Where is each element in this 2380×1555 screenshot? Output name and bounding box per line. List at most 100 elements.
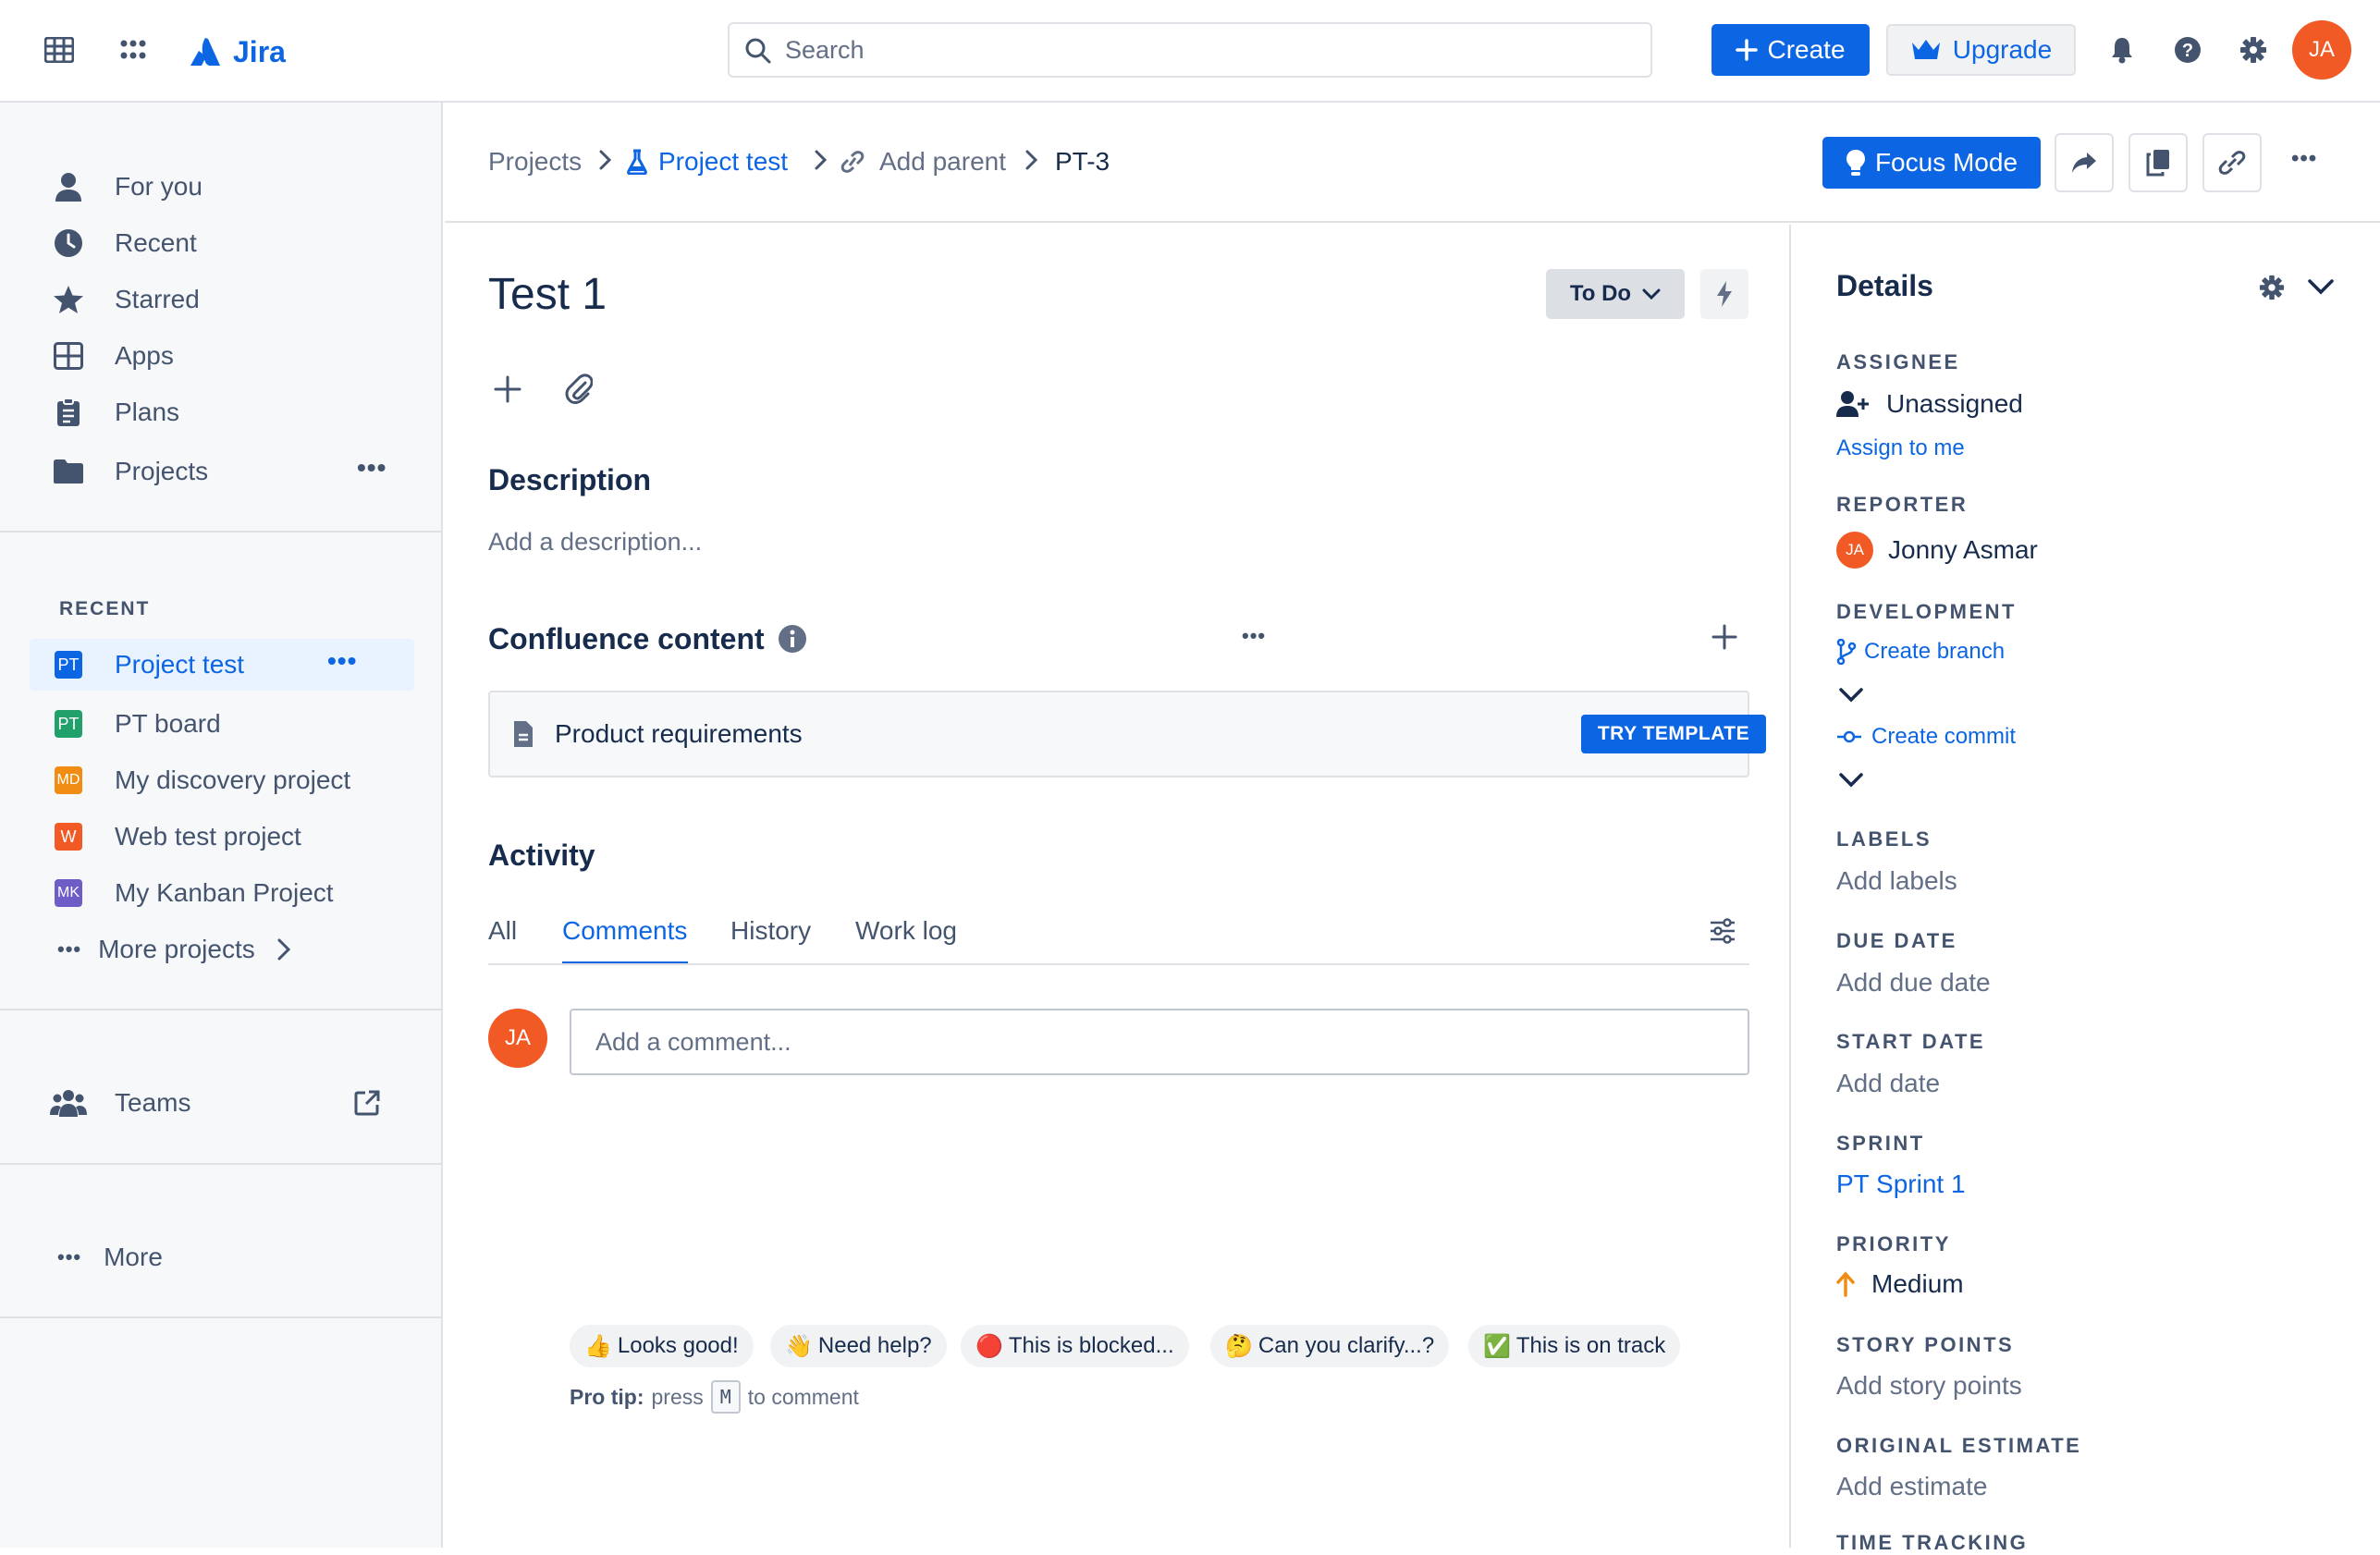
confluence-more-options-icon[interactable]: ••• bbox=[1242, 624, 1266, 648]
sidebar-item-more[interactable]: ••• More bbox=[30, 1231, 412, 1283]
settings-gear-icon[interactable] bbox=[2233, 30, 2274, 70]
more-projects-link[interactable]: ••• More projects bbox=[30, 924, 412, 975]
labels-field[interactable]: Add labels bbox=[1836, 866, 1957, 896]
try-template-button[interactable]: TRY TEMPLATE bbox=[1581, 715, 1766, 753]
sprint-label: SPRINT bbox=[1836, 1132, 1925, 1155]
create-branch-link[interactable]: Create branch bbox=[1836, 639, 2005, 665]
sidebar-item-web-test-project[interactable]: W Web test project bbox=[30, 811, 412, 863]
search-icon bbox=[745, 38, 771, 64]
confluence-heading: Confluence content bbox=[488, 622, 765, 655]
original-estimate-field[interactable]: Add estimate bbox=[1836, 1472, 1987, 1501]
assignee-field[interactable]: Unassigned bbox=[1836, 389, 2023, 419]
priority-field[interactable]: Medium bbox=[1836, 1269, 1964, 1299]
commit-expand-chevron-icon[interactable] bbox=[1838, 772, 1864, 789]
sidebar-item-teams[interactable]: Teams bbox=[30, 1077, 412, 1129]
breadcrumb-issue-key[interactable]: PT-3 bbox=[1055, 147, 1110, 177]
status-dropdown[interactable]: To Do bbox=[1546, 269, 1685, 319]
sidebar-item-label: Starred bbox=[115, 285, 200, 313]
filter-sliders-icon[interactable] bbox=[1709, 918, 1736, 944]
attachment-paperclip-icon[interactable] bbox=[565, 373, 593, 405]
tabs-divider bbox=[488, 963, 1749, 965]
sidebar-item-my-kanban-project[interactable]: MK My Kanban Project bbox=[30, 867, 412, 919]
create-commit-link[interactable]: Create commit bbox=[1836, 724, 2016, 750]
user-avatar[interactable]: JA bbox=[2292, 20, 2351, 80]
project-avatar: PT bbox=[55, 710, 82, 738]
reporter-field[interactable]: JA Jonny Asmar bbox=[1836, 532, 2038, 569]
start-date-field[interactable]: Add date bbox=[1836, 1069, 1940, 1098]
help-icon[interactable]: ? bbox=[2167, 30, 2208, 70]
waving-hand-icon: 👋 bbox=[785, 1333, 813, 1359]
details-settings-gear-icon[interactable] bbox=[2259, 275, 2285, 300]
add-plus-icon[interactable] bbox=[494, 375, 521, 403]
comment-input[interactable]: Add a comment... bbox=[570, 1009, 1749, 1075]
sidebar-item-label: My discovery project bbox=[115, 765, 351, 794]
confluence-template-card[interactable]: Product requirements TRY TEMPLATE bbox=[488, 691, 1766, 778]
sidebar-item-apps[interactable]: Apps bbox=[30, 330, 412, 382]
collapse-chevron-down-icon[interactable] bbox=[2307, 278, 2335, 297]
add-confluence-plus-icon[interactable] bbox=[1711, 624, 1737, 650]
sidebar-item-label: Recent bbox=[115, 228, 197, 257]
branch-expand-chevron-icon[interactable] bbox=[1838, 687, 1864, 704]
sidebar-item-recent[interactable]: Recent bbox=[30, 217, 412, 269]
breadcrumb-project[interactable]: Project test bbox=[627, 147, 788, 177]
assign-to-me-link[interactable]: Assign to me bbox=[1836, 435, 1965, 461]
share-button[interactable] bbox=[2055, 133, 2114, 192]
quick-reply-on-track[interactable]: ✅ This is on track bbox=[1468, 1325, 1681, 1367]
apps-icon bbox=[43, 342, 94, 370]
breadcrumb-add-parent[interactable]: Add parent bbox=[839, 147, 1006, 177]
description-field[interactable]: Add a description... bbox=[488, 528, 702, 557]
clipboard-icon bbox=[43, 398, 94, 427]
tab-comments[interactable]: Comments bbox=[562, 916, 687, 946]
breadcrumb-add-parent-label: Add parent bbox=[879, 147, 1006, 176]
copy-link-button[interactable] bbox=[2202, 133, 2262, 192]
external-link-icon[interactable] bbox=[353, 1089, 381, 1117]
tab-history[interactable]: History bbox=[730, 916, 811, 946]
sidebar-item-for-you[interactable]: For you bbox=[30, 161, 412, 213]
more-actions-icon[interactable]: ••• bbox=[2291, 146, 2317, 172]
keyboard-key: M bbox=[710, 1380, 741, 1414]
issue-title[interactable]: Test 1 bbox=[488, 269, 607, 320]
search-input[interactable]: Search bbox=[728, 22, 1652, 78]
create-button[interactable]: Create bbox=[1711, 24, 1870, 76]
tab-all[interactable]: All bbox=[488, 916, 517, 946]
story-points-field[interactable]: Add story points bbox=[1836, 1371, 2022, 1401]
sidebar-item-plans[interactable]: Plans bbox=[30, 386, 412, 438]
breadcrumb-issue-key-label: PT-3 bbox=[1055, 147, 1110, 176]
automation-button[interactable] bbox=[1700, 269, 1748, 319]
create-label: Create bbox=[1767, 35, 1846, 64]
quick-reply-clarify[interactable]: 🤔 Can you clarify...? bbox=[1210, 1325, 1450, 1367]
sidebar-item-projects[interactable]: Projects ••• bbox=[30, 446, 412, 497]
commit-icon bbox=[1837, 730, 1861, 743]
quick-reply-label: This is on track bbox=[1515, 1333, 1666, 1358]
quick-reply-need-help[interactable]: 👋 Need help? bbox=[770, 1325, 947, 1367]
due-date-field[interactable]: Add due date bbox=[1836, 968, 1991, 998]
quick-reply-looks-good[interactable]: 👍 Looks good! bbox=[570, 1325, 754, 1367]
sidebar-item-label: Projects bbox=[115, 457, 209, 485]
notifications-bell-icon[interactable] bbox=[2102, 30, 2142, 70]
sidebar-item-starred[interactable]: Starred bbox=[30, 274, 412, 325]
check-mark-icon: ✅ bbox=[1483, 1333, 1511, 1359]
sprint-field[interactable]: PT Sprint 1 bbox=[1836, 1169, 1966, 1199]
sidebar-item-label: For you bbox=[115, 172, 202, 201]
sidebar-item-pt-board[interactable]: PT PT board bbox=[30, 698, 412, 750]
sidebar-item-project-test[interactable]: PT Project test ••• bbox=[30, 639, 414, 691]
projects-more-options-icon[interactable]: ••• bbox=[357, 453, 386, 483]
sidebar-item-my-discovery-project[interactable]: MD My discovery project bbox=[30, 754, 412, 806]
focus-mode-button[interactable]: Focus Mode bbox=[1822, 137, 2041, 189]
tab-work-log[interactable]: Work log bbox=[855, 916, 957, 946]
clone-button[interactable] bbox=[2129, 133, 2188, 192]
reporter-avatar: JA bbox=[1836, 532, 1873, 569]
jira-logo[interactable]: Jira bbox=[189, 30, 286, 74]
quick-reply-blocked[interactable]: 🔴 This is blocked... bbox=[961, 1325, 1189, 1367]
create-commit-label: Create commit bbox=[1871, 724, 2017, 749]
breadcrumb-separator-icon bbox=[1025, 149, 1038, 171]
project-avatar: MD bbox=[55, 766, 82, 794]
lightbulb-icon bbox=[1846, 150, 1865, 176]
apps-menu-dots-icon[interactable] bbox=[113, 30, 153, 70]
app-switcher-grid-icon[interactable] bbox=[39, 30, 80, 70]
breadcrumb-projects[interactable]: Projects bbox=[488, 147, 582, 177]
upgrade-button[interactable]: Upgrade bbox=[1886, 24, 2076, 76]
project-more-options-icon[interactable]: ••• bbox=[327, 646, 357, 676]
comment-placeholder: Add a comment... bbox=[595, 1027, 791, 1056]
info-icon[interactable] bbox=[778, 624, 807, 654]
